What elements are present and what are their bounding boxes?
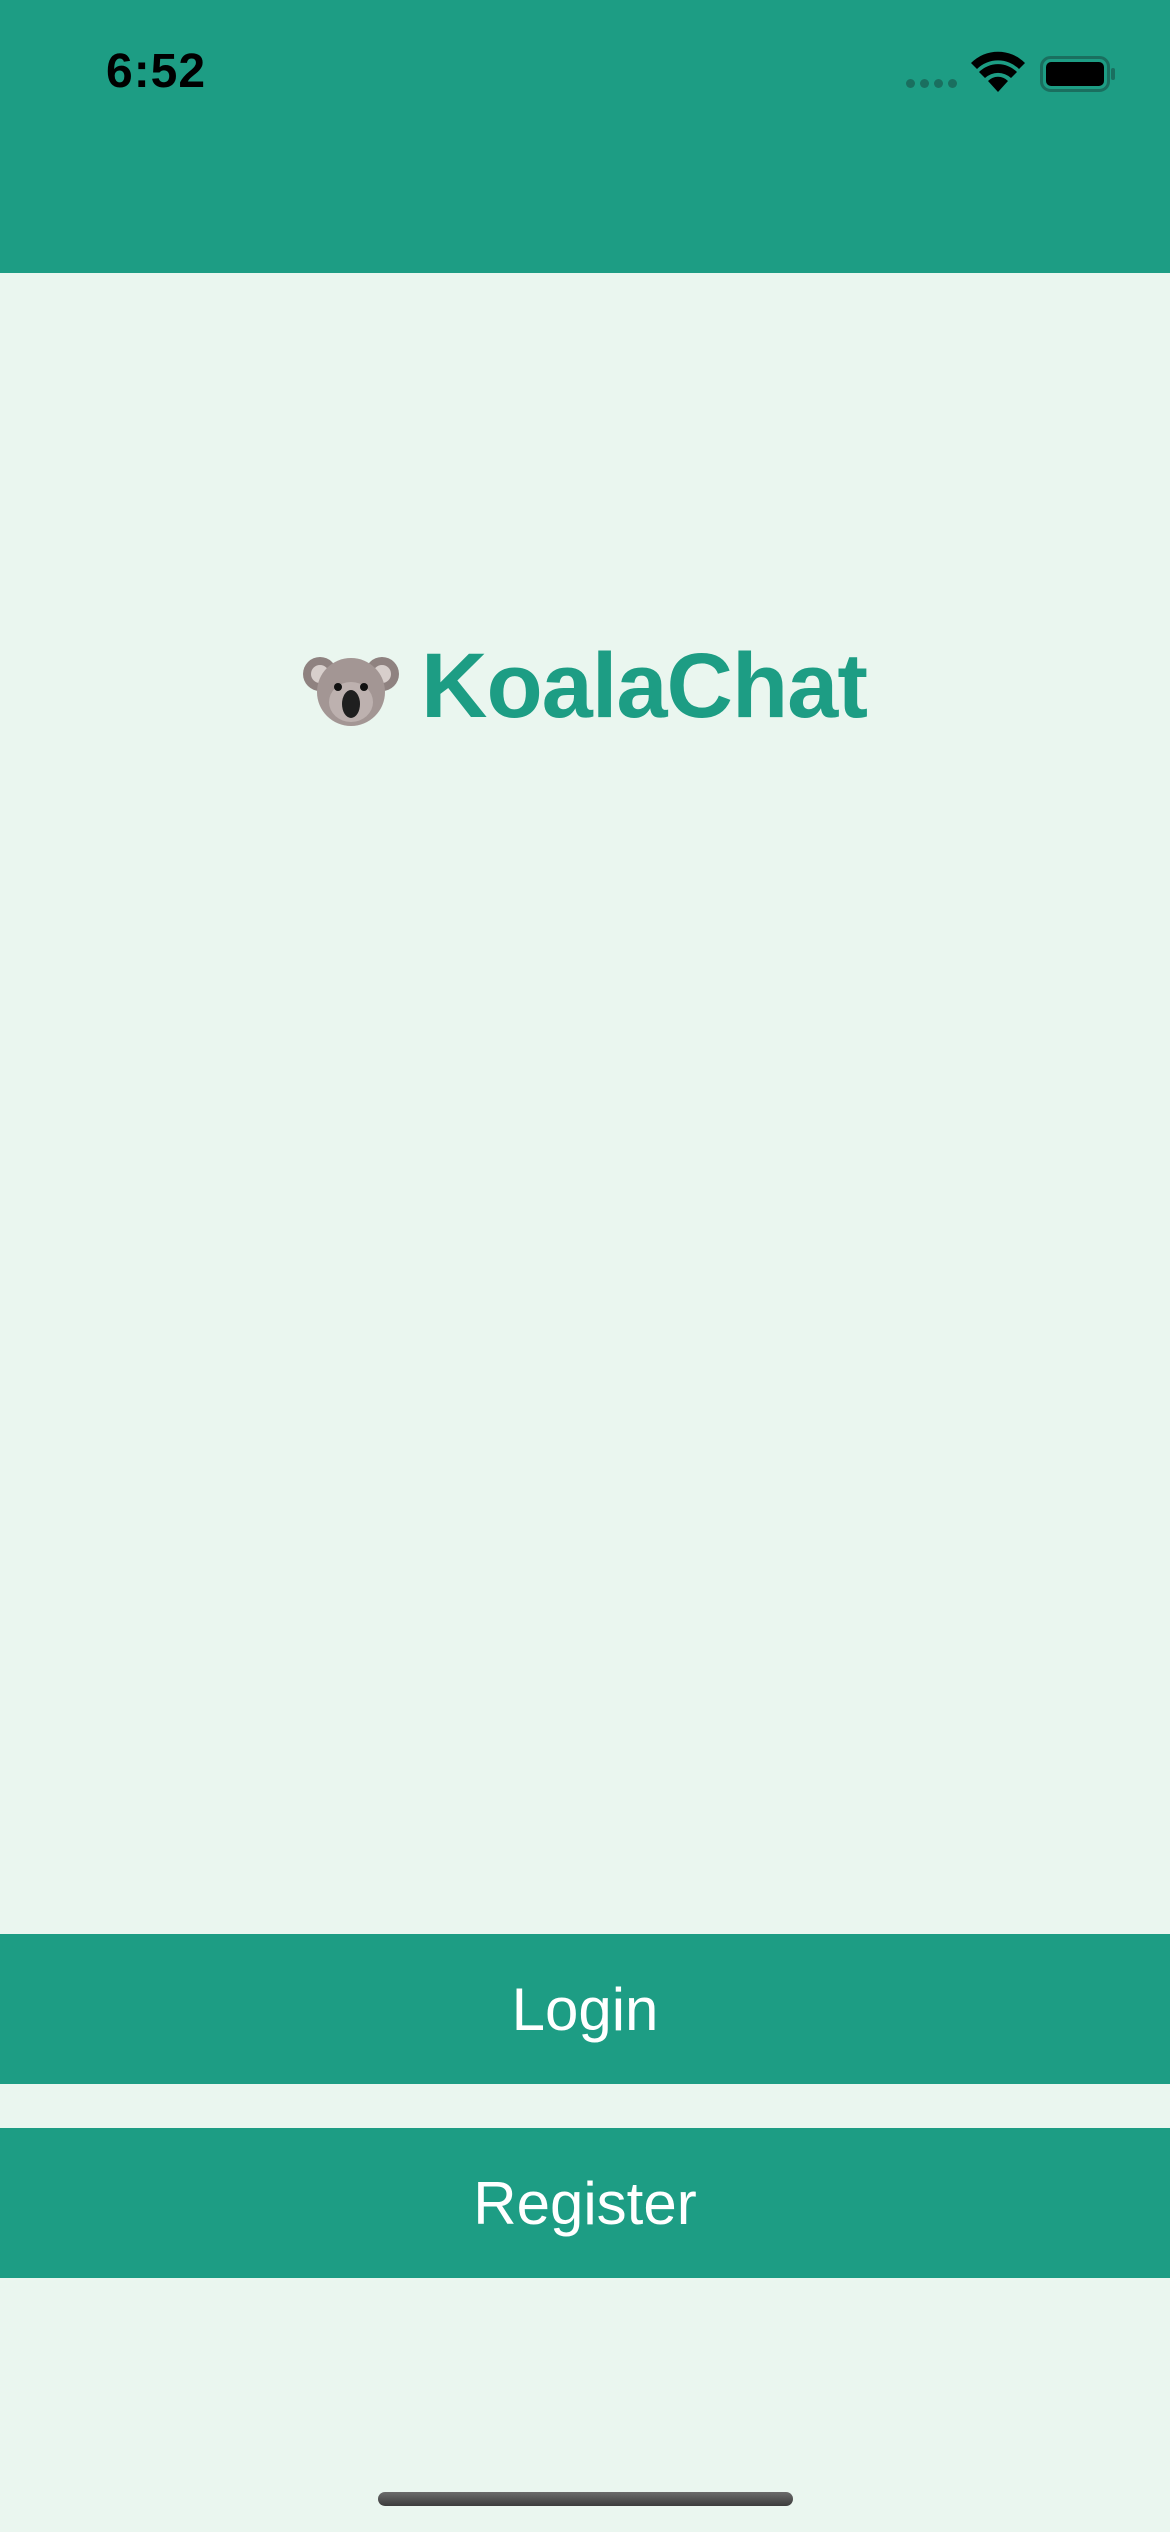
app-name: KoalaChat xyxy=(421,635,868,737)
login-button[interactable]: Login xyxy=(0,1934,1170,2084)
register-button[interactable]: Register xyxy=(0,2128,1170,2278)
app-brand: KoalaChat xyxy=(0,640,1170,732)
cellular-signal-icon xyxy=(906,79,957,88)
wifi-icon xyxy=(971,51,1025,92)
top-bar: 6:52 xyxy=(0,0,1170,273)
status-bar-time: 6:52 xyxy=(106,45,207,98)
home-indicator[interactable] xyxy=(378,2492,793,2506)
koala-face-icon xyxy=(303,657,400,726)
battery-icon xyxy=(1040,56,1115,92)
